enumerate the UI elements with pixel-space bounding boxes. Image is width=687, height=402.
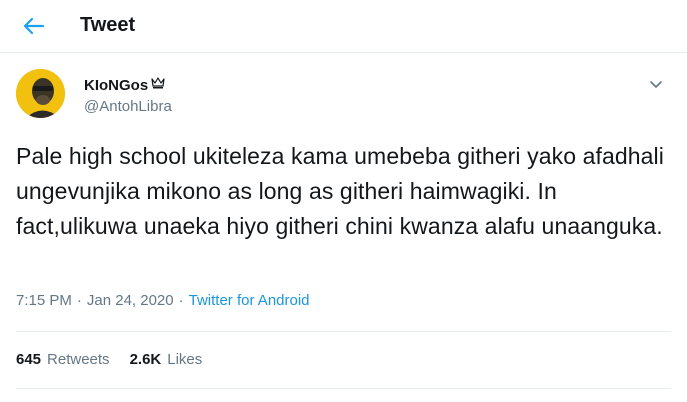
display-name[interactable]: KIoNGos	[84, 77, 148, 94]
retweets-count: 645	[16, 351, 42, 368]
tweet-author: KIoNGos @AntohLibra	[16, 69, 671, 129]
meta-separator: ·	[178, 292, 184, 309]
avatar[interactable]	[16, 69, 65, 118]
back-arrow-icon	[23, 17, 45, 35]
tweet-source-link[interactable]: Twitter for Android	[189, 292, 310, 309]
user-handle[interactable]: @AntohLibra	[84, 98, 172, 115]
meta-separator: ·	[76, 292, 82, 309]
retweets-stat[interactable]: 645 Retweets	[16, 351, 110, 368]
tweet-text: Pale high school ukiteleza kama umebeba …	[16, 143, 664, 239]
display-name-row: KIoNGos	[84, 76, 165, 94]
more-options-button[interactable]	[645, 73, 667, 95]
likes-stat[interactable]: 2.6K Likes	[130, 351, 203, 368]
tweet-meta: 7:15 PM · Jan 24, 2020 · Twitter for And…	[16, 292, 310, 309]
crown-icon	[151, 76, 165, 94]
likes-label: Likes	[167, 351, 203, 368]
page-title: Tweet	[80, 14, 136, 36]
avatar-image	[16, 69, 65, 118]
likes-count: 2.6K	[129, 351, 162, 368]
divider	[16, 388, 671, 389]
retweets-label: Retweets	[47, 351, 110, 368]
tweet-stats: 645 Retweets 2.6K Likes	[16, 351, 222, 368]
chevron-down-icon	[650, 81, 662, 88]
tweet-date[interactable]: Jan 24, 2020	[87, 292, 174, 309]
top-bar: Tweet	[0, 0, 687, 53]
divider	[16, 331, 671, 332]
tweet-time[interactable]: 7:15 PM	[16, 292, 72, 309]
back-button[interactable]	[17, 9, 51, 43]
